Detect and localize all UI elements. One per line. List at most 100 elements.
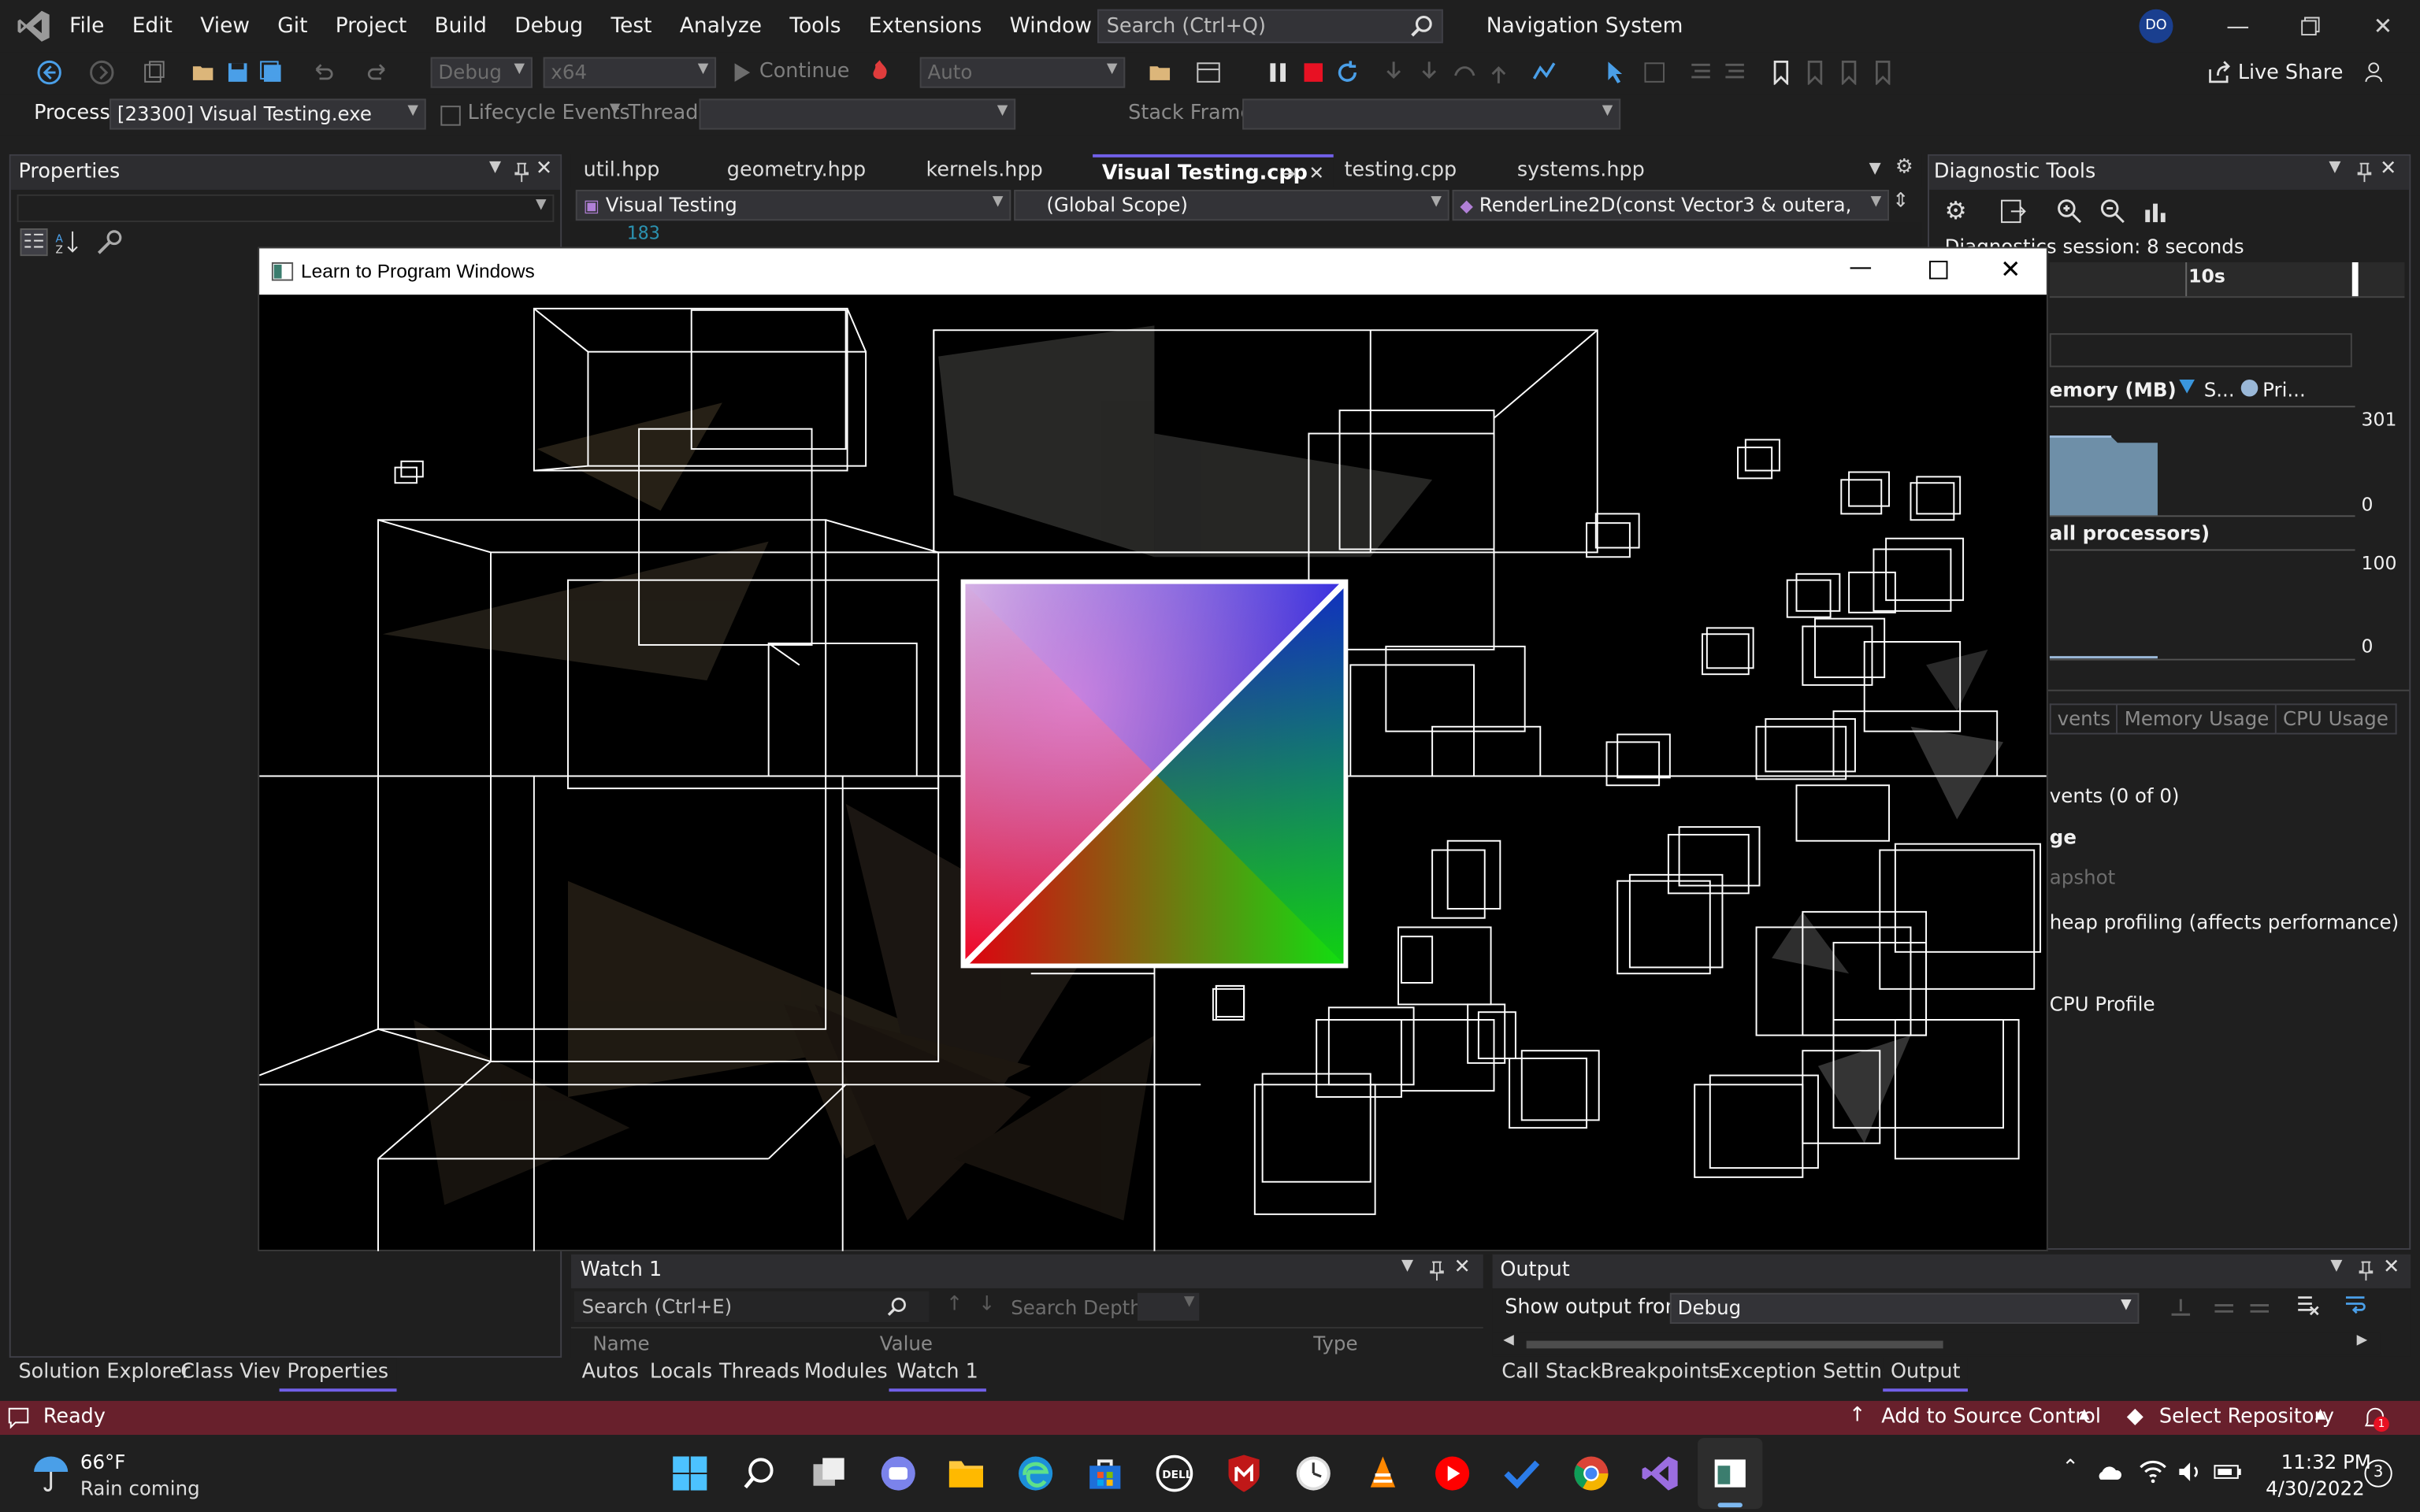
tab-pin-icon[interactable]: ⇥ bbox=[1282, 158, 1297, 190]
hot-reload-icon[interactable] bbox=[867, 58, 892, 83]
tab-threads[interactable]: Threads bbox=[711, 1358, 807, 1388]
visual-studio-logo-icon[interactable] bbox=[16, 8, 53, 45]
tab-output[interactable]: Output bbox=[1883, 1358, 1969, 1392]
lifecycle-events-dropdown[interactable]: Lifecycle Events bbox=[468, 102, 630, 124]
navigate-forward-icon[interactable] bbox=[90, 60, 114, 85]
app-window-titlebar[interactable]: Learn to Program Windows — ✕ bbox=[259, 248, 2047, 295]
diagnostics-icon[interactable] bbox=[1532, 60, 1557, 84]
tab-events[interactable]: vents bbox=[2049, 703, 2117, 735]
tab-systems-hpp[interactable]: systems.hpp bbox=[1508, 154, 1688, 187]
uncomment-icon[interactable] bbox=[1722, 60, 1746, 84]
continue-button[interactable]: Continue bbox=[759, 60, 850, 83]
bookmark-prev-icon[interactable] bbox=[1802, 60, 1827, 85]
diagnostic-settings-icon[interactable]: ⚙ bbox=[1945, 196, 1967, 225]
prev-message-icon[interactable] bbox=[2212, 1296, 2236, 1321]
menu-view[interactable]: View bbox=[187, 0, 264, 53]
search-next-icon[interactable]: ↓ bbox=[978, 1293, 995, 1316]
code-editor[interactable]: 183 bbox=[570, 222, 1922, 247]
microsoft-store-icon[interactable] bbox=[1085, 1454, 1125, 1494]
threads-icon[interactable] bbox=[1642, 60, 1667, 84]
tab-modules[interactable]: Modules bbox=[796, 1358, 895, 1388]
step-into-icon[interactable] bbox=[1381, 60, 1405, 84]
tab-properties[interactable]: Properties bbox=[279, 1358, 396, 1392]
properties-close-icon[interactable]: ✕ bbox=[536, 158, 552, 180]
menu-debug[interactable]: Debug bbox=[501, 0, 597, 53]
tab-close-icon[interactable]: ✕ bbox=[1308, 158, 1324, 190]
search-previous-icon[interactable]: ↑ bbox=[946, 1293, 963, 1316]
battery-icon[interactable] bbox=[2213, 1459, 2244, 1484]
weather-description[interactable]: Rain coming bbox=[80, 1477, 200, 1499]
menu-analyze[interactable]: Analyze bbox=[666, 0, 775, 53]
lifecycle-events-icon[interactable] bbox=[438, 103, 462, 128]
clock-app-icon[interactable] bbox=[1294, 1454, 1334, 1494]
menu-extensions[interactable]: Extensions bbox=[855, 0, 996, 53]
tab-settings-icon[interactable]: ⚙ bbox=[1895, 156, 1913, 179]
step-over-icon[interactable] bbox=[1417, 60, 1442, 84]
visual-studio-taskbar-icon[interactable] bbox=[1641, 1454, 1681, 1494]
bookmark-next-icon[interactable] bbox=[1836, 60, 1861, 85]
learn-to-program-window[interactable]: Learn to Program Windows — ✕ bbox=[258, 246, 2048, 1251]
tab-solution-explorer[interactable]: Solution Explorer bbox=[11, 1358, 198, 1388]
teams-chat-icon[interactable] bbox=[878, 1454, 919, 1494]
watch-close-icon[interactable]: ✕ bbox=[1454, 1256, 1471, 1279]
tab-class-view[interactable]: Class View bbox=[173, 1358, 295, 1388]
bookmark-icon[interactable] bbox=[1769, 60, 1793, 85]
avatar[interactable]: DO bbox=[2139, 9, 2173, 43]
taskbar-search-icon[interactable] bbox=[740, 1455, 778, 1492]
tab-geometry-hpp[interactable]: geometry.hpp bbox=[718, 154, 912, 187]
onedrive-icon[interactable] bbox=[2095, 1459, 2122, 1484]
solution-platform-dropdown[interactable]: x64 ▼ bbox=[543, 57, 717, 88]
continue-play-icon[interactable] bbox=[730, 60, 755, 84]
zoom-out-icon[interactable] bbox=[2099, 198, 2126, 225]
zoom-in-icon[interactable] bbox=[2056, 198, 2084, 225]
pin-icon[interactable] bbox=[512, 162, 531, 183]
render-canvas[interactable] bbox=[259, 295, 2047, 1251]
tab-call-stack[interactable]: Call Stack bbox=[1494, 1358, 1609, 1388]
stop-icon[interactable] bbox=[1301, 60, 1326, 84]
step-out-icon[interactable] bbox=[1453, 60, 1477, 84]
open-folder-icon[interactable] bbox=[191, 60, 216, 84]
learn-windows-app-icon[interactable] bbox=[1710, 1454, 1750, 1494]
todo-app-icon[interactable] bbox=[1501, 1454, 1542, 1494]
alphabetical-icon[interactable]: AZ bbox=[54, 228, 82, 256]
diagnostic-options-icon[interactable]: ▼ bbox=[2329, 159, 2340, 176]
watch-col-type[interactable]: Type bbox=[1313, 1332, 1357, 1354]
project-dropdown[interactable]: ▣ Visual Testing ▼ bbox=[575, 189, 1011, 221]
weather-umbrella-icon[interactable] bbox=[31, 1454, 71, 1494]
thread-dropdown[interactable]: ▼ bbox=[699, 98, 1016, 130]
tab-breakpoints[interactable]: Breakpoints bbox=[1593, 1358, 1728, 1388]
windows-start-icon[interactable] bbox=[671, 1455, 708, 1492]
save-icon[interactable] bbox=[225, 60, 250, 84]
youtube-music-icon[interactable] bbox=[1432, 1454, 1472, 1494]
member-dropdown[interactable]: ◆ RenderLine2D(const Vector3 & outera, c… bbox=[1452, 189, 1890, 221]
tab-watch-1[interactable]: Watch 1 bbox=[889, 1358, 986, 1392]
watch-col-value[interactable]: Value bbox=[880, 1332, 933, 1354]
output-pin-icon[interactable] bbox=[2357, 1261, 2376, 1282]
live-share-button[interactable]: Live Share bbox=[2238, 61, 2344, 84]
watch-options-icon[interactable]: ▼ bbox=[1401, 1258, 1413, 1275]
minimize-icon[interactable]: — bbox=[2201, 0, 2275, 53]
file-explorer-icon[interactable] bbox=[946, 1454, 986, 1494]
cursor-icon[interactable] bbox=[1604, 60, 1628, 84]
find-message-icon[interactable] bbox=[2169, 1296, 2193, 1321]
app-maximize-icon[interactable] bbox=[1928, 261, 1948, 280]
tab-locals[interactable]: Locals bbox=[642, 1358, 720, 1388]
vlc-icon[interactable] bbox=[1363, 1454, 1403, 1494]
split-editor-icon[interactable]: ⇕ bbox=[1892, 190, 1909, 213]
output-options-icon[interactable]: ▼ bbox=[2330, 1258, 2342, 1275]
wifi-icon[interactable] bbox=[2139, 1459, 2166, 1484]
diagnostic-pin-icon[interactable] bbox=[2355, 162, 2374, 183]
auto-dropdown[interactable]: Auto ▼ bbox=[919, 57, 1126, 88]
word-wrap-icon[interactable] bbox=[2343, 1293, 2367, 1317]
undo-icon[interactable] bbox=[310, 60, 335, 84]
next-message-icon[interactable] bbox=[2247, 1296, 2272, 1321]
menu-tools[interactable]: Tools bbox=[776, 0, 855, 53]
diagnostic-close-icon[interactable]: ✕ bbox=[2380, 158, 2396, 180]
process-dropdown[interactable]: [23300] Visual Testing.exe ▼ bbox=[109, 98, 426, 130]
scope-dropdown[interactable]: (Global Scope) ▼ bbox=[1014, 189, 1449, 221]
bookmark-clear-icon[interactable] bbox=[1871, 60, 1895, 85]
menu-build[interactable]: Build bbox=[421, 0, 501, 53]
menu-window[interactable]: Window bbox=[996, 0, 1106, 53]
properties-object-dropdown[interactable]: ▼ bbox=[17, 194, 555, 223]
menu-test[interactable]: Test bbox=[597, 0, 666, 53]
